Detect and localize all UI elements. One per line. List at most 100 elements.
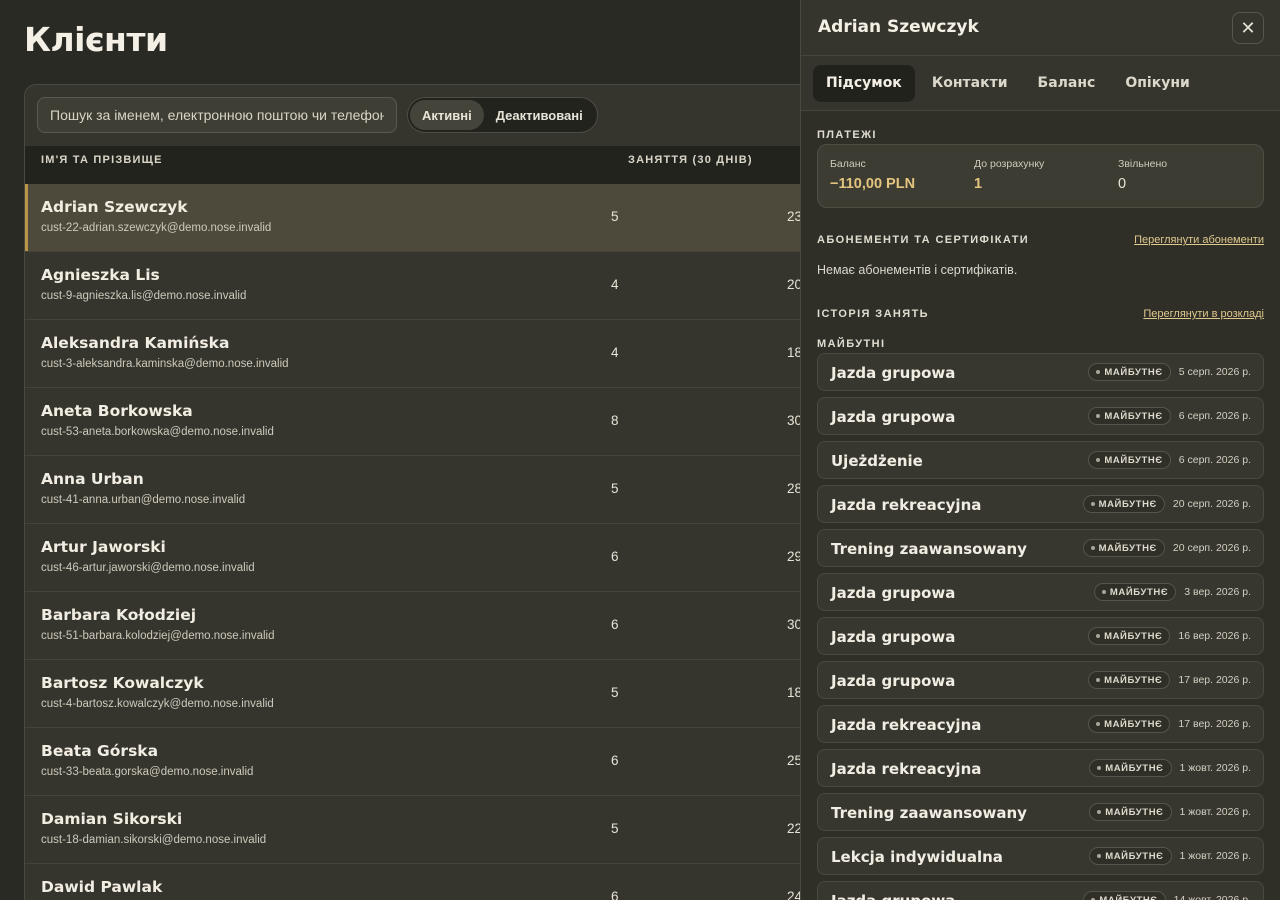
table-header: ІМ'Я ТА ПРІЗВИЩЕ ЗАНЯТТЯ (30 ДНІВ) [25,146,843,176]
table-row[interactable]: Barbara Kołodziej cust-51-barbara.kolodzi… [25,592,843,660]
status-badge: МАЙБУТНЄ [1088,671,1171,689]
table-row[interactable]: Bartosz Kowalczyk cust-4-bartosz.kowalczy… [25,660,843,728]
session-item[interactable]: Trening zaawansowany МАЙБУТНЄ 1 жовт. 2026… [817,793,1264,831]
customer-email: cust-51-barbara.kolodziej@demo.nose.inva… [41,630,275,642]
status-dot-icon [1101,590,1106,594]
status-badge: МАЙБУТНЄ [1089,847,1172,865]
table-divider [25,176,843,184]
customer-name: Beata Górska [41,742,159,760]
session-name: Jazda grupowa [831,672,956,690]
drawer-header: Adrian Szewczyk ✕ [801,0,1280,56]
session-item[interactable]: Jazda rekreacyjna МАЙБУТНЄ 1 жовт. 2026 р. [817,749,1264,787]
table-row[interactable]: Agnieszka Lis cust-9-agnieszka.lis@demo.n… [25,252,843,320]
table-row[interactable]: Anna Urban cust-41-anna.urban@demo.nose.i… [25,456,843,524]
filter-deactivated-button[interactable]: Деактивовані [484,100,595,130]
drawer-tabs: Підсумок Контакти Баланс Опікуни [801,56,1280,111]
session-item[interactable]: Trening zaawansowany МАЙБУТНЄ 20 серп. 202… [817,529,1264,567]
status-badge-label: МАЙБУТНЄ [1105,850,1164,862]
customer-lessons: 6 [611,617,619,632]
session-name: Jazda rekreacyjna [831,716,982,734]
session-item[interactable]: Jazda grupowa МАЙБУТНЄ 6 серп. 2026 р. [817,397,1264,435]
status-badge: МАЙБУТНЄ [1088,407,1171,425]
session-date: 5 серп. 2026 р. [1178,366,1251,378]
table-row[interactable]: Adrian Szewczyk cust-22-adrian.szewczyk@d… [25,184,843,252]
status-badge-label: МАЙБУТНЄ [1104,366,1163,378]
status-dot-icon [1090,546,1095,550]
close-icon: ✕ [1240,17,1256,38]
payments-label: ПЛАТЕЖІ [817,129,877,141]
customer-lessons: 5 [611,685,619,700]
table-row[interactable]: Beata Górska cust-33-beata.gorska@demo.no… [25,728,843,796]
customer-email: cust-3-aleksandra.kaminska@demo.nose.inv… [41,358,289,370]
customer-name: Bartosz Kowalczyk [41,674,204,692]
status-dot-icon [1096,722,1101,726]
session-list: Jazda grupowa МАЙБУТНЄ 5 серп. 2026 р. Jazd… [817,353,1264,900]
session-date: 20 серп. 2026 р. [1172,542,1251,554]
customer-name: Aleksandra Kamińska [41,334,230,352]
close-button[interactable]: ✕ [1232,12,1264,44]
session-item[interactable]: Jazda grupowa МАЙБУТНЄ 3 вер. 2026 р. [817,573,1264,611]
session-item[interactable]: Jazda grupowa МАЙБУТНЄ 14 жовт. 2026 р. [817,881,1264,900]
customer-email: cust-18-damian.sikorski@demo.nose.invali… [41,834,267,846]
toolbar: Активні Деактивовані [25,85,843,146]
table-row[interactable]: Aneta Borkowska cust-53-aneta.borkowska@d… [25,388,843,456]
session-date: 6 серп. 2026 р. [1178,410,1251,422]
session-date: 16 вер. 2026 р. [1178,630,1251,642]
session-date: 14 жовт. 2026 р. [1173,894,1251,900]
column-header-name[interactable]: ІМ'Я ТА ПРІЗВИЩЕ [41,154,163,166]
customer-lessons: 5 [611,209,619,224]
tab-guardians[interactable]: Опікуни [1112,65,1202,102]
session-item[interactable]: Lekcja indywidualna МАЙБУТНЄ 1 жовт. 2026 … [817,837,1264,875]
filter-active-button[interactable]: Активні [410,100,484,130]
customer-name: Anna Urban [41,470,144,488]
view-schedule-link[interactable]: Переглянути в розкладі [1143,308,1264,320]
session-date: 17 вер. 2026 р. [1178,718,1251,730]
status-badge: МАЙБУТНЄ [1089,759,1172,777]
session-item[interactable]: Jazda grupowa МАЙБУТНЄ 16 вер. 2026 р. [817,617,1264,655]
table-row[interactable]: Artur Jaworski cust-46-artur.jaworski@dem… [25,524,843,592]
status-badge-label: МАЙБУТНЄ [1104,454,1163,466]
tab-balance[interactable]: Баланс [1025,65,1109,102]
status-dot-icon [1096,370,1101,374]
session-date: 17 вер. 2026 р. [1178,674,1251,686]
payments-card: Баланс −110,00 PLN До розрахунку 1 Звіль… [817,144,1264,208]
status-badge-label: МАЙБУТНЄ [1109,586,1169,598]
session-item[interactable]: Jazda grupowa МАЙБУТНЄ 5 серп. 2026 р. [817,353,1264,391]
search-input[interactable] [37,97,397,133]
session-name: Jazda rekreacyjna [831,496,982,514]
status-dot-icon [1096,634,1101,638]
customer-name: Damian Sikorski [41,810,183,828]
session-name: Ujeżdżenie [831,452,923,470]
session-date: 1 жовт. 2026 р. [1179,806,1251,818]
customer-lessons: 8 [611,413,619,428]
customer-lessons: 6 [611,549,619,564]
balance-label: Баланс [830,158,866,170]
status-badge: МАЙБУТНЄ [1089,803,1172,821]
session-item[interactable]: Jazda rekreacyjna МАЙБУТНЄ 17 вер. 2026 р. [817,705,1264,743]
tab-contacts[interactable]: Контакти [919,65,1021,102]
session-name: Jazda grupowa [831,364,956,382]
customer-name: Barbara Kołodziej [41,606,197,624]
column-header-lessons[interactable]: ЗАНЯТТЯ (30 ДНІВ) [628,154,753,166]
session-item[interactable]: Jazda rekreacyjna МАЙБУТНЄ 20 серп. 2026 р… [817,485,1264,523]
status-badge-label: МАЙБУТНЄ [1098,542,1157,554]
table-row[interactable]: Damian Sikorski cust-18-damian.sikorski@d… [25,796,843,864]
view-passes-link[interactable]: Переглянути абонементи [1134,234,1264,246]
status-dot-icon [1096,678,1101,682]
due-value: 1 [974,176,983,192]
table-row[interactable]: Dawid Pawlak 6 24 [25,864,843,900]
session-item[interactable]: Jazda grupowa МАЙБУТНЄ 17 вер. 2026 р. [817,661,1264,699]
tab-summary[interactable]: Підсумок [813,64,915,102]
status-badge: МАЙБУТНЄ [1088,363,1171,381]
session-name: Jazda grupowa [831,892,955,900]
balance-value: −110,00 PLN [830,176,916,192]
due-label: До розрахунку [974,158,1045,170]
history-label: ІСТОРІЯ ЗАНЯТЬ [817,308,929,320]
status-filter: Активні Деактивовані [407,97,598,133]
session-item[interactable]: Ujeżdżenie МАЙБУТНЄ 6 серп. 2026 р. [817,441,1264,479]
status-badge-label: МАЙБУТНЄ [1104,674,1163,686]
customer-drawer: Adrian Szewczyk ✕ Підсумок Контакти Бала… [800,0,1280,900]
status-badge-label: МАЙБУТНЄ [1099,894,1158,900]
table-row[interactable]: Aleksandra Kamińska cust-3-aleksandra.kam… [25,320,843,388]
status-badge-label: МАЙБУТНЄ [1104,630,1163,642]
